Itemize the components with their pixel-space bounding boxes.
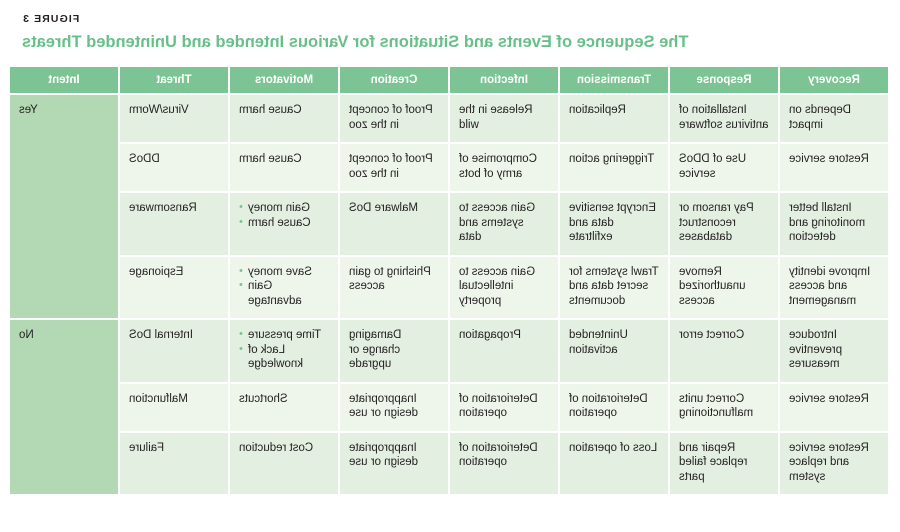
- cell-creation: Inappropriate design or use: [340, 432, 448, 494]
- cell-transmission: Encrypt sensitive data and exfiltrate: [560, 193, 668, 255]
- motivator-item: Lack of knowledge: [239, 343, 329, 372]
- column-header-infection: Infection: [450, 67, 558, 93]
- cell-transmission: Triggering action: [560, 144, 668, 191]
- cell-transmission: Trawl systems for secret data and docume…: [560, 256, 668, 318]
- cell-infection: Deterioration of operation: [450, 383, 558, 431]
- cell-response: Installation of antivirus software: [670, 95, 778, 142]
- cell-infection: Gain access to systems and data: [450, 193, 558, 255]
- cell-motivators: Shortcuts: [230, 383, 338, 431]
- cell-response: Correct units malfunctioning: [670, 383, 778, 431]
- column-header-response: Response: [670, 67, 778, 93]
- cell-recovery: Improve identity and access management: [780, 256, 888, 318]
- motivator-list: Save moneyGain advantage: [239, 265, 329, 309]
- cell-transmission: Deterioration of operation: [560, 383, 668, 431]
- cell-threat: Virus/Worm: [120, 95, 228, 142]
- cell-recovery: Restore service: [780, 383, 888, 431]
- cell-motivators: Cost reduction: [230, 432, 338, 494]
- figure-label: FIGURE 3: [22, 13, 80, 25]
- cell-infection: Release in the wild: [450, 95, 558, 142]
- cell-recovery: Install better monitoring and detection: [780, 193, 888, 255]
- cell-threat: Ransomware: [120, 193, 228, 255]
- column-header-threat: Threat: [120, 67, 228, 93]
- motivator-list: Time pressureLack of knowledge: [239, 328, 329, 372]
- motivator-item: Cause harm: [239, 216, 329, 231]
- cell-transmission: Loss of operation: [560, 432, 668, 494]
- cell-infection: Propagation: [450, 320, 558, 382]
- cell-infection: Gain access to intellectual property: [450, 256, 558, 318]
- cell-creation: Phishing to gain access: [340, 256, 448, 318]
- cell-response: Correct error: [670, 320, 778, 382]
- cell-recovery: Restore service: [780, 144, 888, 191]
- cell-motivators: Cause harm: [230, 95, 338, 142]
- threat-sequence-table: Recovery Response Transmission Infection Cre…: [8, 65, 890, 496]
- mirrored-page-wrapper: FIGURE 3 The Sequence of Events and Situ…: [0, 0, 900, 532]
- cell-creation: Damaging change or upgrade: [340, 320, 448, 382]
- column-header-recovery: Recovery: [780, 67, 888, 93]
- cell-transmission: Replication: [560, 95, 668, 142]
- cell-threat: Internal DoS: [120, 320, 228, 382]
- table-row: Install better monitoring and detection P…: [10, 193, 888, 255]
- motivator-item: Save money: [239, 265, 329, 280]
- table-body: Depends on impact Installation of antivir…: [10, 95, 888, 494]
- column-header-creation: Creation: [340, 67, 448, 93]
- cell-recovery: Restore service and replace system: [780, 432, 888, 494]
- cell-creation: Proof of concept in the zoo: [340, 95, 448, 142]
- table-row: Restore service and replace system Repair…: [10, 432, 888, 494]
- motivator-item: Time pressure: [239, 328, 329, 343]
- motivator-item: Gain advantage: [239, 279, 329, 308]
- cell-threat: Failure: [120, 432, 228, 494]
- table-row: Restore service Use of DDoS service Trigge…: [10, 144, 888, 191]
- cell-response: Use of DDoS service: [670, 144, 778, 191]
- cell-response: Repair and replace failed parts: [670, 432, 778, 494]
- cell-motivators: Time pressureLack of knowledge: [230, 320, 338, 382]
- cell-infection: Deterioration of operation: [450, 432, 558, 494]
- figure-page: FIGURE 3 The Sequence of Events and Situ…: [0, 0, 900, 532]
- cell-creation: Proof of concept in the zoo: [340, 144, 448, 191]
- table-row: Depends on impact Installation of antivir…: [10, 95, 888, 318]
- cell-motivators: Save moneyGain advantage: [230, 256, 338, 318]
- table-row: Improve identity and access management Re…: [10, 256, 888, 318]
- table-header-row: Recovery Response Transmission Infection Cre…: [10, 67, 888, 93]
- motivator-item: Gain money: [239, 201, 329, 216]
- figure-title: The Sequence of Events and Situations fo…: [22, 33, 689, 51]
- cell-infection: Compromise of army of bots: [450, 144, 558, 191]
- cell-threat: DDoS: [120, 144, 228, 191]
- cell-intent: No: [10, 320, 118, 494]
- table-header: Recovery Response Transmission Infection Cre…: [10, 67, 888, 93]
- cell-intent: Yes: [10, 95, 118, 318]
- table-row: Introduce preventive measures Correct err…: [10, 320, 888, 494]
- cell-recovery: Depends on impact: [780, 95, 888, 142]
- cell-threat: Malfunction: [120, 383, 228, 431]
- cell-creation: Malware DoS: [340, 193, 448, 255]
- cell-transmission: Unintended activation: [560, 320, 668, 382]
- cell-motivators: Gain moneyCause harm: [230, 193, 338, 255]
- table-row: Restore service Correct units malfunction…: [10, 383, 888, 431]
- cell-recovery: Introduce preventive measures: [780, 320, 888, 382]
- cell-creation: Inappropriate design or use: [340, 383, 448, 431]
- cell-motivators: Cause harm: [230, 144, 338, 191]
- cell-response: Remove unauthorized access: [670, 256, 778, 318]
- cell-threat: Espionage: [120, 256, 228, 318]
- column-header-transmission: Transmission: [560, 67, 668, 93]
- motivator-list: Gain moneyCause harm: [239, 201, 329, 230]
- column-header-motivators: Motivators: [230, 67, 338, 93]
- cell-response: Pay ransom or reconstruct databases: [670, 193, 778, 255]
- column-header-intent: Intent: [10, 67, 118, 93]
